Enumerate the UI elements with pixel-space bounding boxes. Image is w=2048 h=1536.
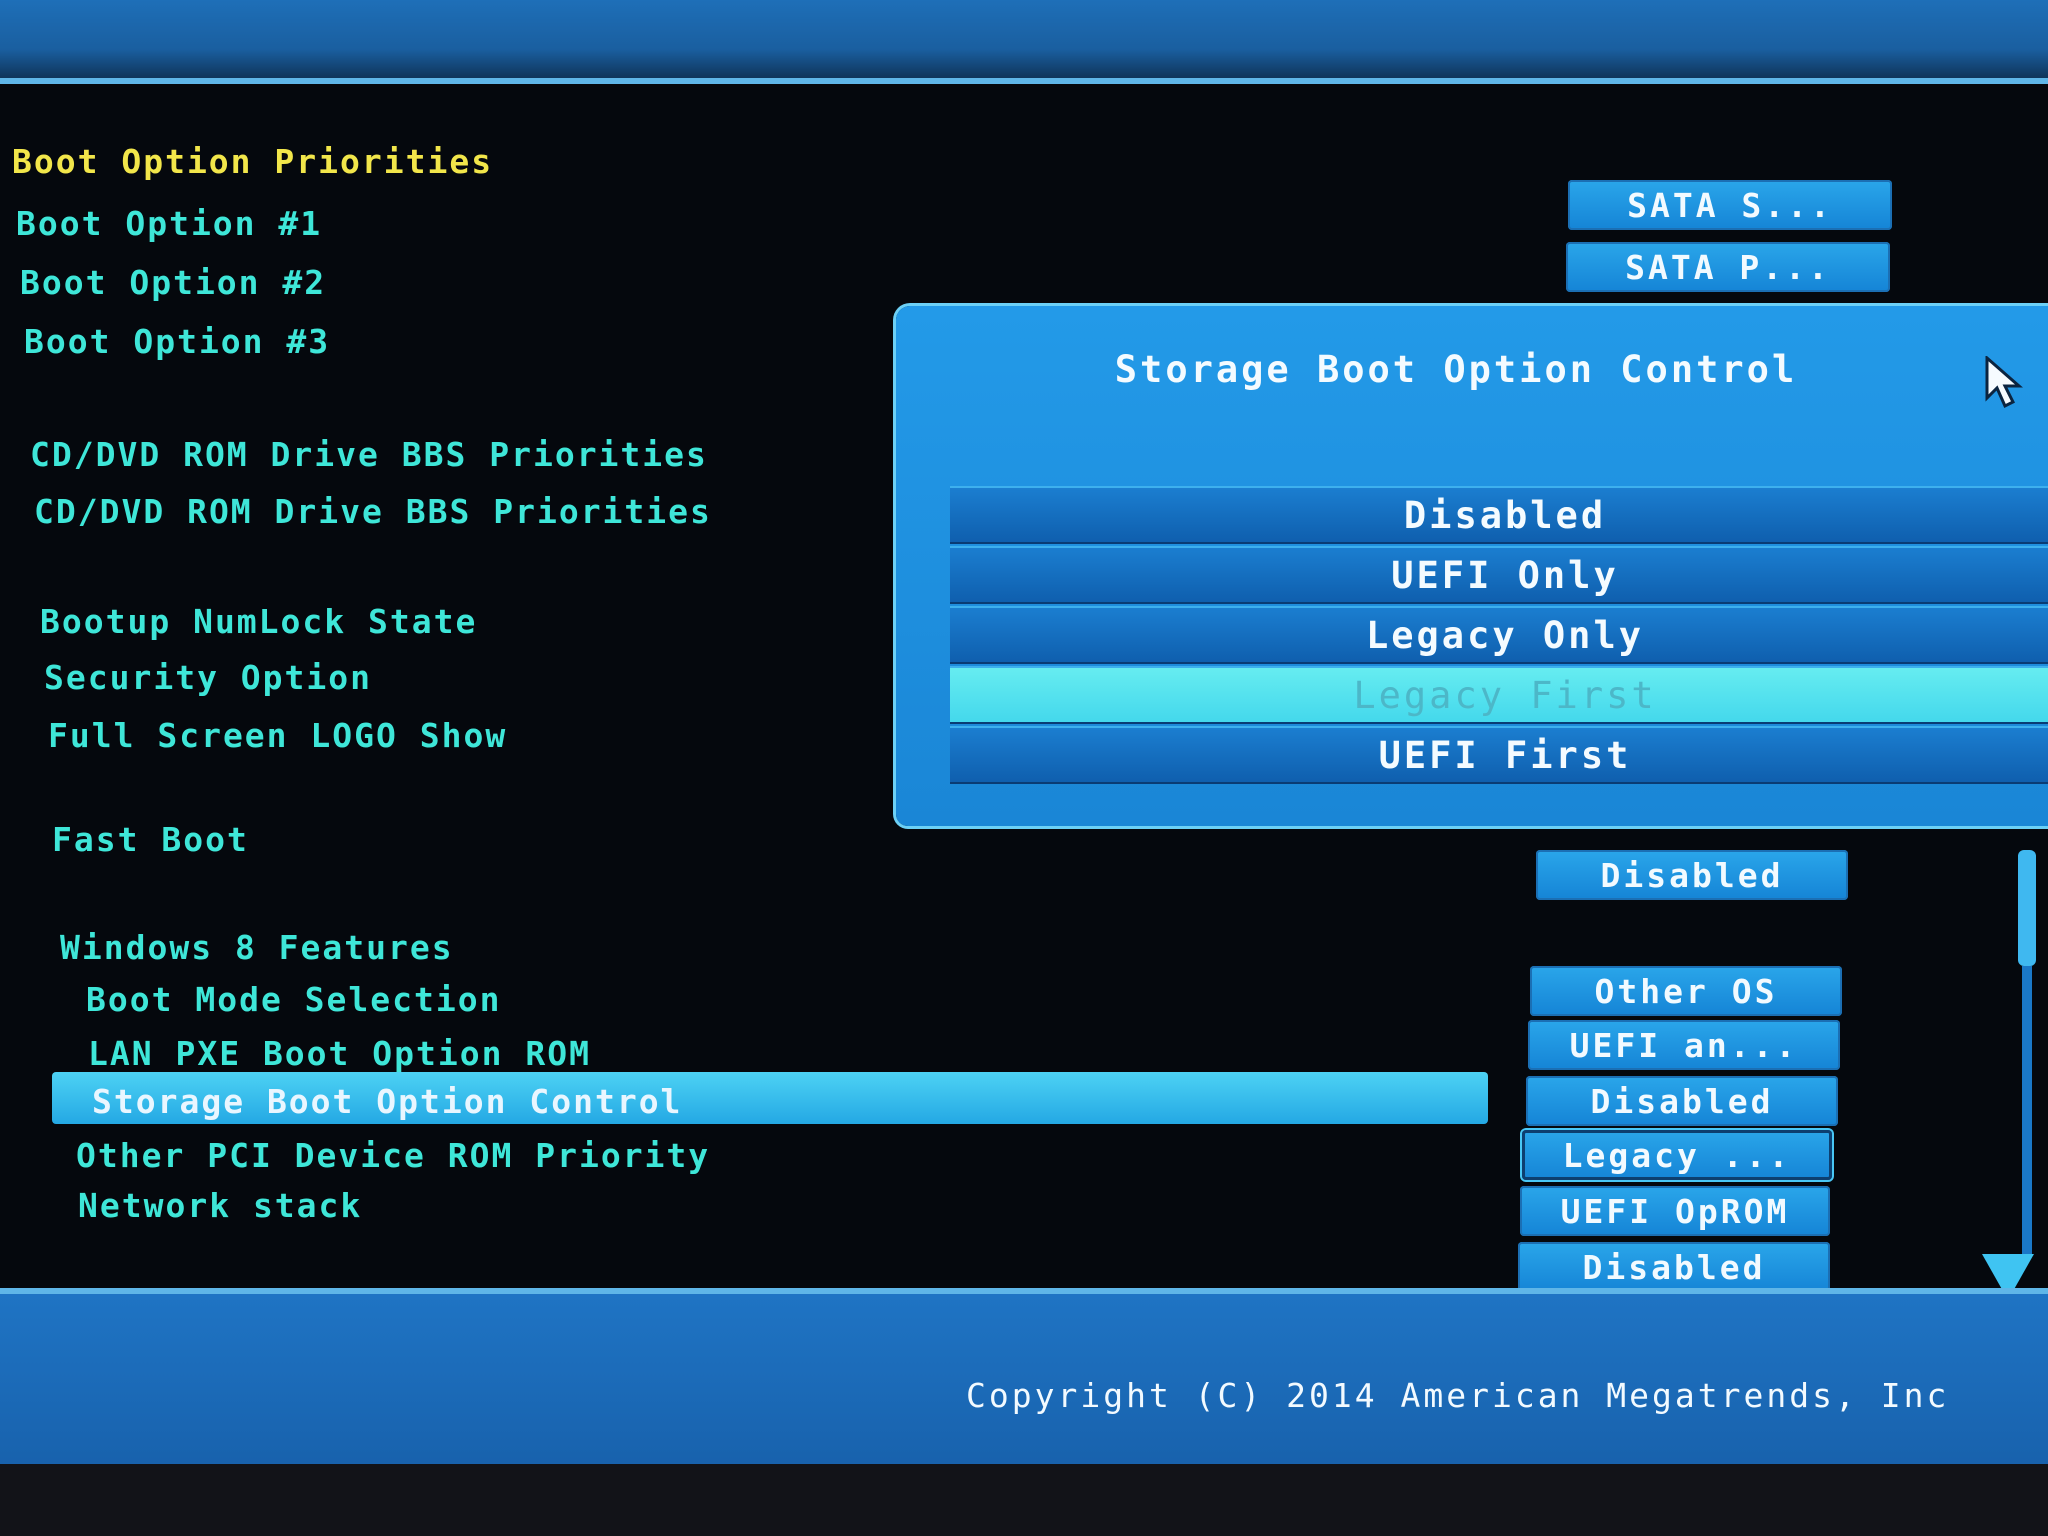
scrollbar-track[interactable] bbox=[2022, 966, 2032, 1256]
popup-option-uefi-first[interactable]: UEFI First bbox=[950, 726, 2048, 784]
other-pci-rom-label[interactable]: Other PCI Device ROM Priority bbox=[76, 1136, 710, 1175]
header-band bbox=[0, 0, 2048, 82]
popup-option-legacy-first[interactable]: Legacy First bbox=[950, 666, 2048, 724]
boot-option-1-value[interactable]: SATA S... bbox=[1568, 180, 1892, 230]
copyright-text: Copyright (C) 2014 American Megatrends, … bbox=[966, 1376, 1950, 1415]
network-stack-value[interactable]: UEFI OpROM bbox=[1520, 1186, 1830, 1236]
cd-dvd-priorities-2[interactable]: CD/DVD ROM Drive BBS Priorities bbox=[34, 492, 712, 531]
monitor-bezel bbox=[0, 1464, 2048, 1536]
boot-option-1-label[interactable]: Boot Option #1 bbox=[16, 204, 322, 243]
boot-option-priorities-title: Boot Option Priorities bbox=[12, 142, 494, 181]
boot-mode-value[interactable]: Other OS bbox=[1530, 966, 1842, 1016]
numlock-state-label[interactable]: Bootup NumLock State bbox=[40, 602, 477, 641]
popup-title: Storage Boot Option Control bbox=[1114, 348, 1798, 391]
boot-mode-selection-label[interactable]: Boot Mode Selection bbox=[86, 980, 502, 1019]
storage-boot-option-popup: Storage Boot Option Control Disabled UEF… bbox=[896, 306, 2048, 826]
security-option-label[interactable]: Security Option bbox=[44, 658, 372, 697]
scrollbar-thumb[interactable] bbox=[2018, 850, 2036, 966]
boot-option-2-label[interactable]: Boot Option #2 bbox=[20, 263, 326, 302]
fast-boot-value[interactable]: Disabled bbox=[1536, 850, 1848, 900]
cd-dvd-priorities-1[interactable]: CD/DVD ROM Drive BBS Priorities bbox=[30, 435, 708, 474]
extra-disabled-value[interactable]: Disabled bbox=[1518, 1242, 1830, 1292]
lan-pxe-value[interactable]: UEFI an... bbox=[1528, 1020, 1840, 1070]
popup-option-disabled[interactable]: Disabled bbox=[950, 486, 2048, 544]
boot-option-3-label[interactable]: Boot Option #3 bbox=[24, 322, 330, 361]
full-screen-logo-label[interactable]: Full Screen LOGO Show bbox=[48, 716, 507, 755]
other-pci-rom-value[interactable]: Legacy ... bbox=[1522, 1130, 1832, 1180]
popup-option-legacy-only[interactable]: Legacy Only bbox=[950, 606, 2048, 664]
windows-8-features-title: Windows 8 Features bbox=[60, 928, 454, 967]
network-stack-label[interactable]: Network stack bbox=[78, 1186, 362, 1225]
boot-option-2-value[interactable]: SATA P... bbox=[1566, 242, 1890, 292]
storage-boot-option-value[interactable]: Disabled bbox=[1526, 1076, 1838, 1126]
mouse-pointer-icon bbox=[1985, 356, 2023, 409]
lan-pxe-label[interactable]: LAN PXE Boot Option ROM bbox=[88, 1034, 591, 1073]
fast-boot-label[interactable]: Fast Boot bbox=[52, 820, 249, 859]
storage-boot-option-label[interactable]: Storage Boot Option Control bbox=[92, 1082, 682, 1121]
popup-option-uefi-only[interactable]: UEFI Only bbox=[950, 546, 2048, 604]
